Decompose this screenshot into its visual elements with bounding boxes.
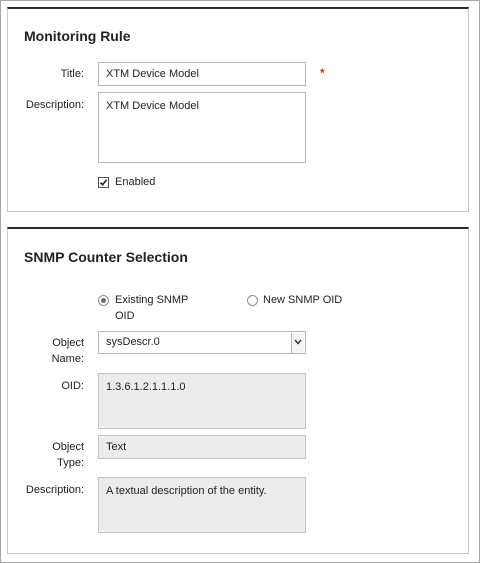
monitoring-rule-panel: Monitoring Rule Title: XTM Device Model …: [7, 7, 469, 212]
checkmark-icon: [99, 179, 108, 187]
object-name-label-line2: Name:: [51, 353, 84, 365]
existing-oid-radio[interactable]: [98, 295, 109, 306]
object-name-label-line1: Object: [52, 337, 84, 349]
title-input[interactable]: XTM Device Model: [98, 62, 306, 86]
snmp-description-label: Description:: [25, 484, 84, 496]
new-oid-label: New SNMP OID: [263, 294, 343, 306]
existing-oid-label-line2: OID: [115, 310, 135, 322]
object-type-label-line2: Type:: [57, 457, 84, 469]
description-label: Description:: [25, 99, 84, 111]
object-name-select[interactable]: sysDescr.0: [98, 331, 306, 354]
required-marker: *: [320, 66, 325, 80]
dropdown-button[interactable]: [291, 333, 304, 353]
radio-selected-dot: [101, 298, 106, 303]
title-label: Title:: [60, 68, 84, 80]
monitoring-rule-heading: Monitoring Rule: [24, 28, 131, 44]
chevron-down-icon: [294, 339, 302, 345]
object-name-value: sysDescr.0: [106, 336, 160, 348]
existing-oid-label-line1: Existing SNMP: [115, 294, 189, 306]
object-type-label-line1: Object: [52, 441, 84, 453]
object-type-field: Text: [98, 435, 306, 459]
new-oid-radio[interactable]: [247, 295, 258, 306]
enabled-label: Enabled: [115, 176, 156, 188]
oid-label: OID:: [61, 380, 84, 392]
snmp-counter-panel: SNMP Counter Selection Existing SNMP OID…: [7, 227, 469, 554]
enabled-checkbox[interactable]: [98, 177, 109, 188]
description-textarea[interactable]: XTM Device Model: [98, 92, 306, 163]
oid-field: 1.3.6.1.2.1.1.1.0: [98, 373, 306, 429]
snmp-heading: SNMP Counter Selection: [24, 249, 188, 265]
snmp-description-field: A textual description of the entity.: [98, 477, 306, 533]
